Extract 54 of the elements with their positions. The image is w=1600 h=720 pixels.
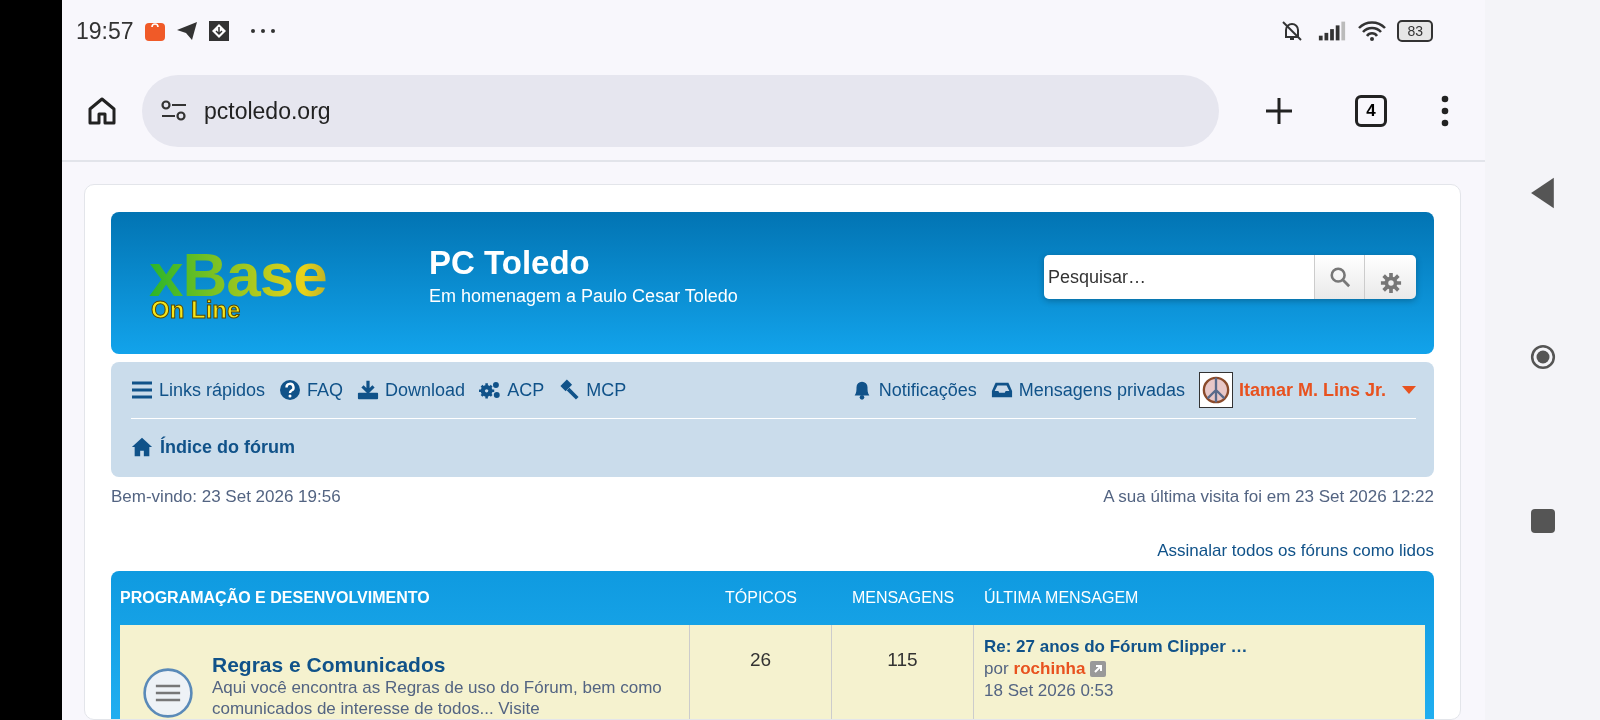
site-title[interactable]: PC Toledo	[429, 243, 1044, 282]
signal-icon	[1317, 19, 1348, 43]
nav-link[interactable]: MCP	[558, 379, 627, 401]
search-button[interactable]	[1314, 255, 1364, 299]
forum-description: Aqui você encontra as Regras de uso do Fórum, bem como comunicados de interesse de todos... Visite	[212, 677, 663, 719]
caret-icon	[1402, 386, 1416, 394]
url-text: pctoledo.org	[204, 97, 331, 125]
forum-title-link[interactable]: Regras e Comunicados	[212, 653, 681, 677]
column-header: TÓPICOS	[724, 589, 798, 607]
mark-read-link[interactable]: Assinalar todos os fóruns como lidos	[1157, 541, 1434, 561]
column-header: MENSAGENS	[850, 589, 956, 607]
back-icon[interactable]	[1529, 176, 1556, 210]
question-icon	[279, 379, 302, 401]
tab-count-button[interactable]: 4	[1355, 95, 1387, 127]
home-icon[interactable]	[86, 95, 118, 127]
last-post-link[interactable]: Re: 27 anos do Fórum Clipper …	[984, 637, 1425, 657]
column-header: PROGRAMAÇÃO E DESENVOLVIMENTO	[120, 589, 431, 607]
more-notifications-icon	[249, 28, 276, 34]
menu-icon[interactable]	[1441, 95, 1449, 127]
address-bar[interactable]: pctoledo.org	[142, 75, 1219, 147]
shopping-bag-icon	[143, 20, 166, 42]
nav-link[interactable]: FAQ	[279, 379, 344, 401]
last-visit-text: A sua última visita foi em 23 Set 2026 12:22	[1103, 487, 1434, 507]
download-icon	[357, 379, 380, 401]
app-icon	[207, 20, 230, 42]
wifi-icon	[1357, 19, 1388, 43]
author-link[interactable]: rochinha	[1013, 659, 1086, 679]
gavel-icon	[558, 379, 581, 401]
last-post-date: 18 Set 2026 0:53	[984, 681, 1115, 701]
gears-icon	[479, 379, 502, 401]
nav-link[interactable]: Notificações	[850, 379, 977, 401]
nav-link[interactable]: Links rápidos	[131, 379, 266, 401]
menu-icon	[131, 379, 153, 401]
posts-count: 115	[887, 649, 918, 670]
welcome-text: Bem-vindo: 23 Set 2026 19:56	[111, 487, 341, 507]
search-field[interactable]: Pesquisar…	[1044, 255, 1314, 299]
go-to-post-icon[interactable]	[1090, 661, 1107, 677]
nav-link[interactable]: ACP	[479, 379, 545, 401]
topics-count: 26	[749, 649, 772, 670]
by-label: por	[984, 659, 1009, 679]
nav-link[interactable]: Download	[357, 379, 466, 401]
paper-plane-icon	[175, 20, 198, 42]
nav-link[interactable]: Mensagens privadas	[990, 379, 1185, 401]
column-header: ÚLTIMA MENSAGEM	[983, 589, 1140, 607]
search-icon	[1328, 266, 1351, 288]
site-settings-icon[interactable]	[160, 99, 188, 123]
status-time: 19:57	[76, 17, 134, 45]
breadcrumb-link[interactable]: Índice do fórum	[131, 436, 295, 458]
settings-button[interactable]	[1364, 255, 1416, 299]
plus-icon[interactable]	[1263, 95, 1295, 127]
home-icon	[131, 436, 153, 458]
site-description: Em homenagem a Paulo Cesar Toledo	[429, 285, 739, 307]
battery-indicator: 83	[1397, 20, 1433, 42]
gear-icon	[1379, 272, 1402, 294]
